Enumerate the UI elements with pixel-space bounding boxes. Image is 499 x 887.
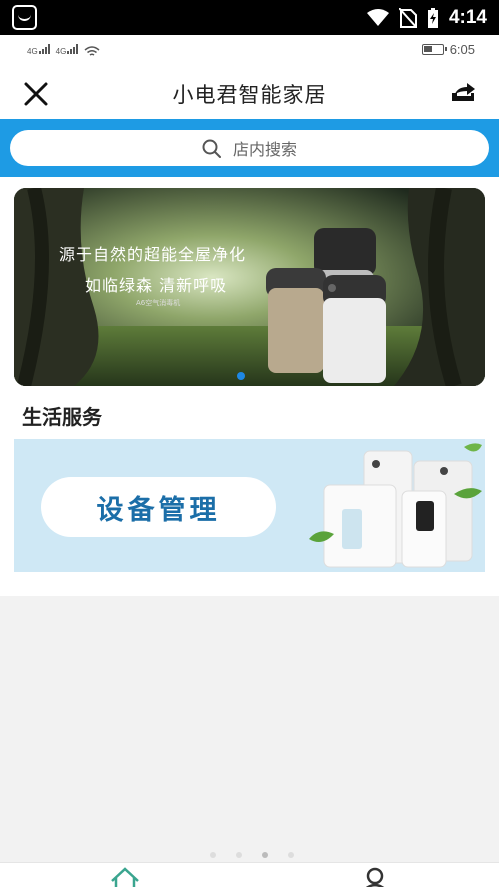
carousel-indicator [237, 372, 245, 380]
search-band: 店内搜索 [0, 119, 499, 177]
page-title: 小电君智能家居 [172, 83, 327, 107]
banner-headline-2: 如临绿森 清新呼吸 [85, 276, 228, 295]
battery-icon [421, 44, 447, 55]
signal-1: 4G [27, 43, 50, 57]
app-notification-icon [12, 5, 37, 30]
title-bar: 小电君智能家居 [0, 66, 499, 119]
purifier-right [323, 275, 386, 383]
user-icon[interactable] [360, 867, 390, 887]
device-management-label: 设备管理 [41, 477, 276, 537]
inner-battery: 6:05 [421, 42, 475, 57]
promo-banner[interactable]: 源于自然的超能全屋净化 如临绿森 清新呼吸 A6空气消毒机 [14, 188, 485, 386]
signal-group: 4G 4G [27, 43, 100, 57]
system-status-bar: 4:14 [0, 0, 499, 35]
signal-2: 4G [56, 43, 79, 57]
search-icon [202, 139, 221, 158]
page-indicator [210, 852, 294, 858]
inner-status-bar: 4G 4G 6:05 [0, 35, 499, 66]
bottom-nav [0, 862, 499, 887]
inner-clock: 6:05 [449, 42, 475, 57]
section-title: 生活服务 [22, 405, 102, 429]
banner-product-caption: A6空气消毒机 [136, 299, 181, 307]
battery-charging-icon [427, 7, 438, 28]
search-placeholder: 店内搜索 [232, 140, 297, 159]
appliances-image [309, 443, 482, 568]
home-icon[interactable] [109, 867, 141, 887]
search-input[interactable]: 店内搜索 [10, 130, 489, 166]
signal-bars-icon [38, 44, 50, 54]
banner-headline-1: 源于自然的超能全屋净化 [59, 245, 247, 264]
device-management-card[interactable]: 设备管理 [14, 439, 485, 572]
no-sim-icon [398, 7, 417, 28]
signal-bars-icon [67, 44, 79, 54]
wifi-icon [366, 8, 389, 26]
purifier-left [266, 268, 326, 373]
wifi-icon [84, 46, 100, 56]
system-clock: 4:14 [448, 6, 487, 28]
share-icon[interactable] [449, 81, 477, 105]
content-panel: 源于自然的超能全屋净化 如临绿森 清新呼吸 A6空气消毒机 生活服务 设备管理 [0, 177, 499, 596]
